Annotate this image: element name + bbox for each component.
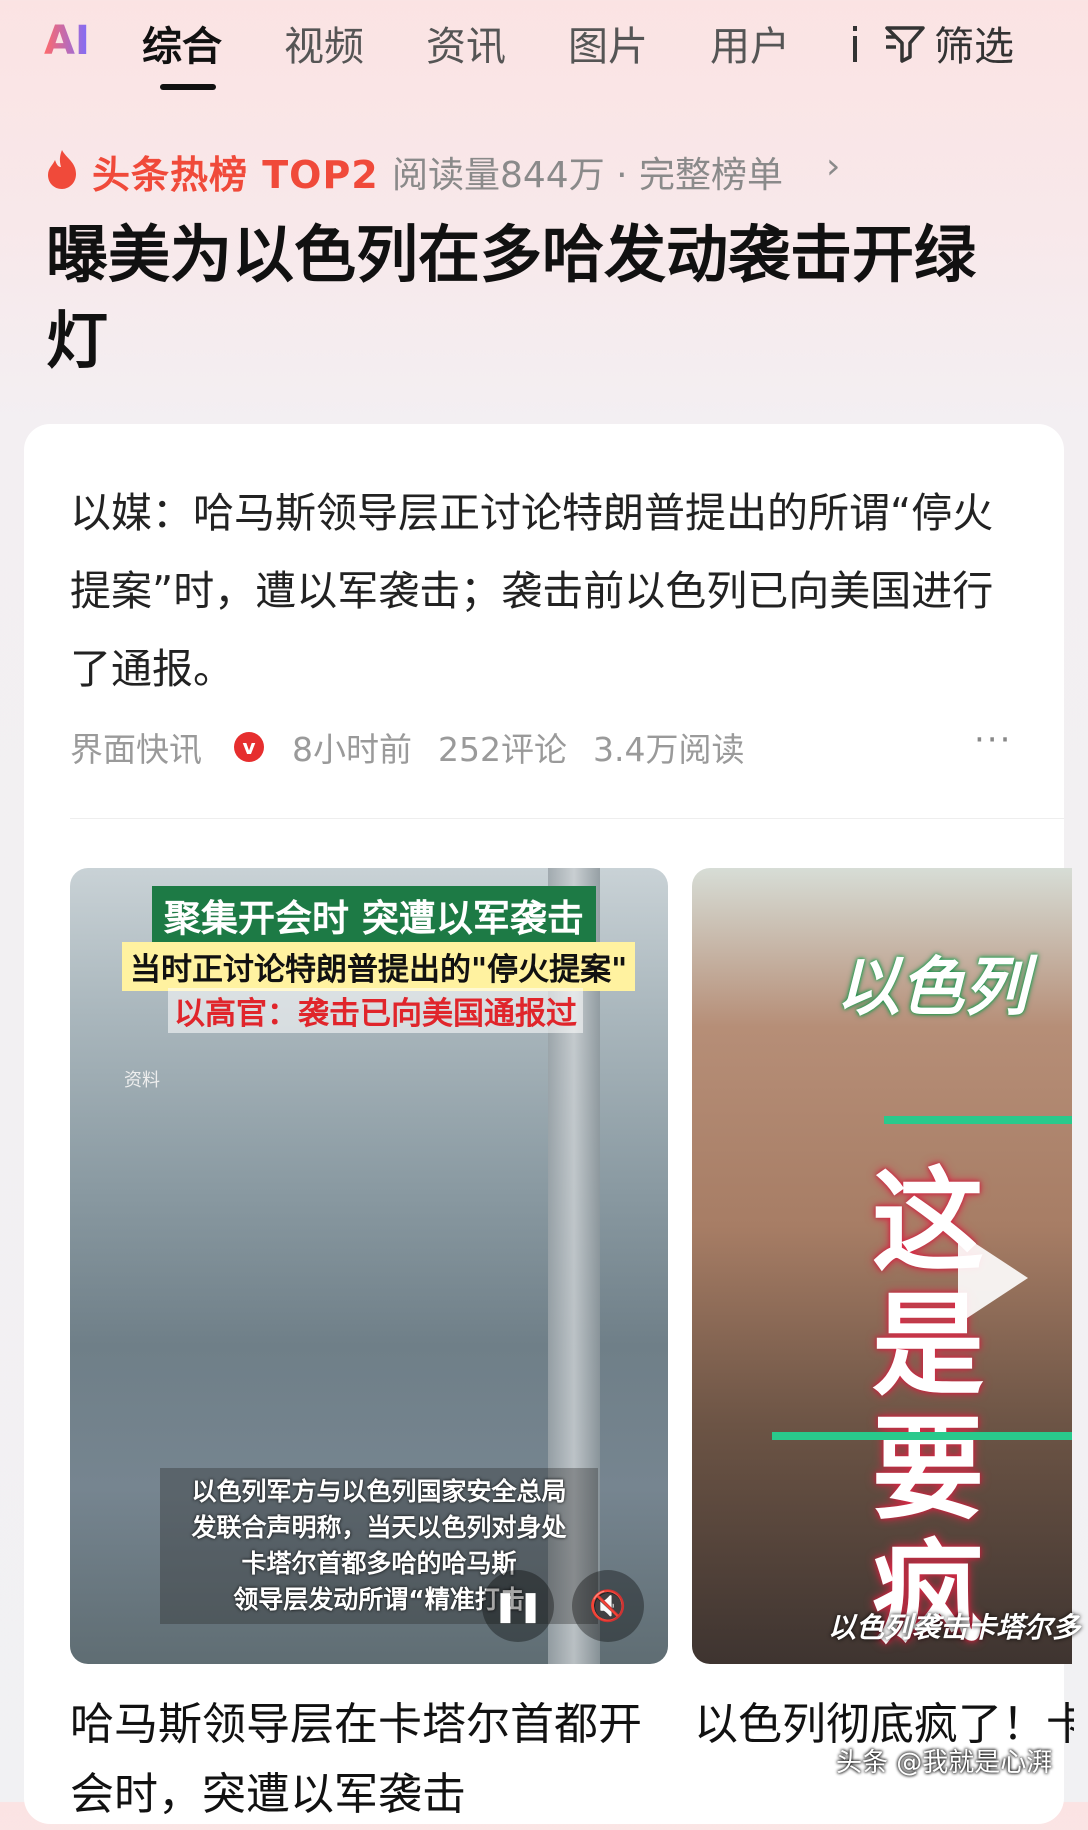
divider	[70, 818, 1064, 819]
chevron-right-icon[interactable]: ›	[826, 146, 840, 187]
video1-caption-yellow: 当时正讨论特朗普提出的"停火提案"	[122, 942, 636, 991]
tab-comprehensive[interactable]: 综合	[142, 14, 222, 72]
source-name[interactable]: 界面快讯	[70, 723, 202, 771]
ai-tab[interactable]: AI	[44, 18, 90, 64]
video1-caption-red: 以高官：袭击已向美国通报过	[168, 988, 583, 1033]
post-time: 8小时前	[292, 730, 412, 769]
hot-rank-meta[interactable]: 阅读量844万 · 完整榜单	[392, 146, 783, 198]
video1-caption-green: 聚集开会时 突遭以军袭击	[152, 886, 596, 944]
tab-news[interactable]: 资讯	[426, 14, 506, 72]
more-options-icon[interactable]: ···	[974, 720, 1012, 760]
flame-icon	[48, 150, 76, 189]
hot-rank-label[interactable]: 头条热榜 TOP2	[92, 144, 379, 199]
decor-bar	[772, 1432, 1072, 1440]
search-tab-bar: AI 综合 视频 资讯 图片 用户 筛选	[0, 0, 1088, 96]
subtitle-line: 以色列军方与以色列国家安全总局	[191, 1477, 567, 1506]
filter-label: 筛选	[934, 24, 1014, 70]
hot-headline[interactable]: 曝美为以色列在多哈发动袭击开绿灯	[46, 212, 1036, 384]
play-icon[interactable]	[958, 1232, 1028, 1324]
tab-users[interactable]: 用户	[710, 14, 790, 72]
decor-bar	[884, 1116, 1072, 1124]
read-count: 3.4万阅读	[593, 730, 745, 769]
video1-caption-small: 资料	[124, 1070, 160, 1091]
tab-images[interactable]: 图片	[568, 14, 648, 72]
tab-video[interactable]: 视频	[284, 14, 364, 72]
news-meta: 界面快讯 v 8小时前 252评论 3.4万阅读	[70, 724, 770, 770]
video2-overlay-bottom: 以色列袭击卡塔尔多	[828, 1611, 1081, 1644]
subtitle-line: 发联合声明称，当天以色列对身处	[191, 1513, 567, 1542]
pause-icon[interactable]: ❚❚	[482, 1570, 554, 1642]
mute-icon[interactable]: 🔇	[572, 1570, 644, 1642]
video2-overlay-title: 以色列	[836, 951, 1028, 1025]
more-tabs-icon	[853, 26, 857, 62]
news-summary[interactable]: 以媒：哈马斯领导层正讨论特朗普提出的所谓“停火提案”时，遭以军袭击；袭击前以色列…	[70, 474, 1030, 708]
filter-icon	[885, 26, 925, 63]
filter-button[interactable]: 筛选	[884, 14, 1014, 72]
video1-title[interactable]: 哈马斯领导层在卡塔尔首都开会时，突遭以军袭击	[70, 1690, 670, 1830]
verified-icon: v	[234, 732, 264, 762]
watermark: 头条 @我就是心湃	[836, 1748, 1053, 1778]
active-tab-indicator	[160, 84, 216, 90]
comment-count: 252评论	[438, 730, 567, 769]
